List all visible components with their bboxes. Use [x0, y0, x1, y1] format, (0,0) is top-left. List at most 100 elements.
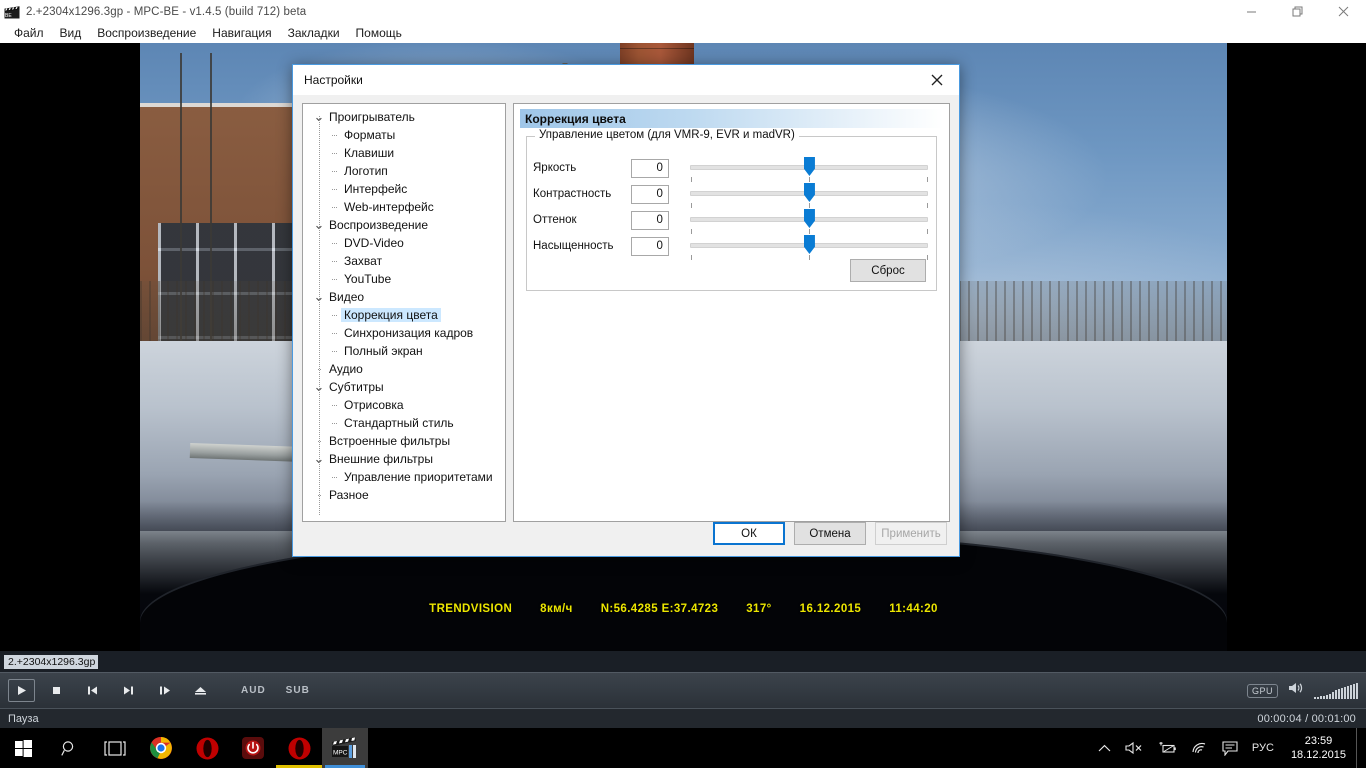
- tree-item-встроенные-фильтры[interactable]: ··Встроенные фильтры: [303, 432, 505, 450]
- show-hidden-icons-chevron[interactable]: [1091, 728, 1118, 768]
- slider-thumb[interactable]: [804, 183, 815, 202]
- tree-item-синхронизация-кадров[interactable]: ···Синхронизация кадров: [303, 324, 505, 342]
- apply-button[interactable]: Применить: [875, 522, 947, 545]
- close-icon[interactable]: [1320, 0, 1366, 23]
- skip-forward-icon[interactable]: [113, 678, 143, 704]
- ok-button[interactable]: ОК: [713, 522, 785, 545]
- contrast-slider[interactable]: [690, 181, 928, 207]
- tree-item-воспроизведение[interactable]: ⌄Воспроизведение: [303, 216, 505, 234]
- brightness-slider[interactable]: [690, 155, 928, 181]
- tree-item-захват[interactable]: ···Захват: [303, 252, 505, 270]
- seek-bar-strip[interactable]: 2.+2304x1296.3gp: [0, 651, 1366, 672]
- tree-item-клавиши[interactable]: ···Клавиши: [303, 144, 505, 162]
- restore-icon[interactable]: [1274, 0, 1320, 23]
- frame-step-icon[interactable]: [149, 678, 179, 704]
- hue-slider[interactable]: [690, 207, 928, 233]
- clock[interactable]: 23:59 18.12.2015: [1281, 728, 1356, 768]
- contrast-row: Контрастность 0: [533, 181, 928, 207]
- action-center-icon[interactable]: [1215, 728, 1245, 768]
- saturation-input[interactable]: 0: [631, 237, 669, 256]
- tree-item-внешние-фильтры[interactable]: ⌄Внешние фильтры: [303, 450, 505, 468]
- tree-item-субтитры[interactable]: ⌄Субтитры: [303, 378, 505, 396]
- gpu-badge[interactable]: GPU: [1247, 684, 1278, 698]
- opera-icon[interactable]: [184, 728, 230, 768]
- tree-item-label: Коррекция цвета: [341, 308, 441, 322]
- hue-input[interactable]: 0: [631, 211, 669, 230]
- slider-thumb[interactable]: [804, 235, 815, 254]
- window-title: 2.+2304x1296.3gp - MPC-BE - v1.4.5 (buil…: [26, 6, 306, 18]
- tree-connector: ···: [327, 256, 341, 266]
- play-icon[interactable]: [8, 679, 35, 702]
- speaker-icon[interactable]: [1288, 681, 1304, 700]
- tree-item-стандартный-стиль[interactable]: ···Стандартный стиль: [303, 414, 505, 432]
- system-tray: РУС 23:59 18.12.2015: [1091, 728, 1366, 768]
- tree-item-полный-экран[interactable]: ···Полный экран: [303, 342, 505, 360]
- control-bar-right: GPU: [1247, 681, 1366, 700]
- tree-item-проигрыватель[interactable]: ⌄Проигрыватель: [303, 108, 505, 126]
- osd-time: 11:44:20: [875, 603, 952, 615]
- windows-start-icon[interactable]: [0, 728, 46, 768]
- page-title: Коррекция цвета: [520, 109, 943, 128]
- eject-icon[interactable]: [185, 678, 215, 704]
- show-desktop-button[interactable]: [1356, 728, 1362, 768]
- tree-item-управление-приоритетами[interactable]: ···Управление приоритетами: [303, 468, 505, 486]
- tree-connector: ···: [327, 418, 341, 428]
- battery-icon[interactable]: [1150, 728, 1184, 768]
- search-icon[interactable]: [46, 728, 92, 768]
- tree-item-форматы[interactable]: ···Форматы: [303, 126, 505, 144]
- tree-item-разное[interactable]: ··Разное: [303, 486, 505, 504]
- cancel-button[interactable]: Отмена: [794, 522, 866, 545]
- tree-item-label: Воспроизведение: [326, 218, 431, 232]
- osd-heading: 317°: [732, 603, 785, 615]
- mpc-be-icon[interactable]: MPC: [322, 728, 368, 768]
- task-view-icon[interactable]: [92, 728, 138, 768]
- slider-thumb[interactable]: [804, 157, 815, 176]
- stop-icon[interactable]: [41, 678, 71, 704]
- tree-item-label: Отрисовка: [341, 398, 407, 412]
- tree-item-отрисовка[interactable]: ···Отрисовка: [303, 396, 505, 414]
- tree-connector: ···: [327, 130, 341, 140]
- volume-muted-icon[interactable]: [1118, 728, 1150, 768]
- skip-back-icon[interactable]: [77, 678, 107, 704]
- window-controls: [1228, 0, 1366, 23]
- tree-item-коррекция-цвета[interactable]: ···Коррекция цвета: [303, 306, 505, 324]
- tree-item-web-интерфейс[interactable]: ···Web-интерфейс: [303, 198, 505, 216]
- tree-item-youtube[interactable]: ···YouTube: [303, 270, 505, 288]
- tree-item-логотип[interactable]: ···Логотип: [303, 162, 505, 180]
- slider-thumb[interactable]: [804, 209, 815, 228]
- settings-tree[interactable]: ⌄Проигрыватель···Форматы···Клавиши···Лог…: [302, 103, 506, 522]
- menu-item-bookmarks[interactable]: Закладки: [280, 24, 348, 42]
- hue-label: Оттенок: [533, 214, 631, 226]
- windows-taskbar: MPC: [0, 728, 1366, 768]
- menu-item-file[interactable]: Файл: [6, 24, 52, 42]
- minimize-icon[interactable]: [1228, 0, 1274, 23]
- tree-connector: ···: [327, 148, 341, 158]
- tree-item-видео[interactable]: ⌄Видео: [303, 288, 505, 306]
- menu-item-view[interactable]: Вид: [52, 24, 90, 42]
- tree-item-dvd-video[interactable]: ···DVD-Video: [303, 234, 505, 252]
- menu-item-help[interactable]: Помощь: [348, 24, 410, 42]
- chrome-icon[interactable]: [138, 728, 184, 768]
- playback-state-label: Пауза: [0, 713, 39, 725]
- saturation-row: Насыщенность 0: [533, 233, 928, 259]
- time-display: 00:00:04 / 00:01:00: [1257, 713, 1366, 725]
- audio-track-button[interactable]: AUD: [241, 685, 266, 696]
- tree-item-интерфейс[interactable]: ···Интерфейс: [303, 180, 505, 198]
- menu-item-playback[interactable]: Воспроизведение: [89, 24, 204, 42]
- tree-item-label: Видео: [326, 290, 367, 304]
- subtitle-track-button[interactable]: SUB: [286, 685, 310, 696]
- volume-slider[interactable]: [1314, 683, 1358, 699]
- reset-button[interactable]: Сброс: [850, 259, 926, 282]
- opera-icon[interactable]: [276, 728, 322, 768]
- menu-item-navigation[interactable]: Навигация: [204, 24, 279, 42]
- language-indicator[interactable]: РУС: [1245, 728, 1281, 768]
- tree-item-label: Внешние фильтры: [326, 452, 436, 466]
- brightness-input[interactable]: 0: [631, 159, 669, 178]
- wifi-icon[interactable]: [1184, 728, 1215, 768]
- tree-item-аудио[interactable]: ··Аудио: [303, 360, 505, 378]
- contrast-input[interactable]: 0: [631, 185, 669, 204]
- power-app-icon[interactable]: [230, 728, 276, 768]
- close-icon[interactable]: [914, 65, 959, 95]
- tree-connector: ···: [327, 184, 341, 194]
- saturation-slider[interactable]: [690, 233, 928, 259]
